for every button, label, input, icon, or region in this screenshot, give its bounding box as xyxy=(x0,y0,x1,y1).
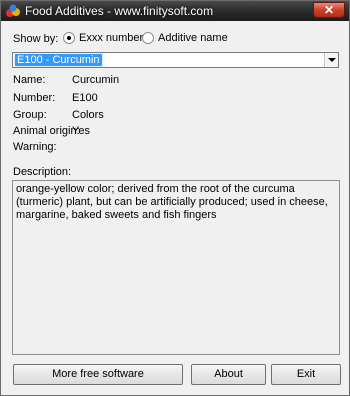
description-label: Description: xyxy=(13,166,72,178)
radio-checked-icon[interactable] xyxy=(63,32,75,44)
animal-origin-value: Yes xyxy=(72,125,90,137)
window-title: Food Additives - www.finitysoft.com xyxy=(25,4,214,18)
radio-additive-name[interactable]: Additive name xyxy=(142,32,228,44)
additive-select[interactable]: E100 - Curcumin xyxy=(12,52,339,68)
more-free-software-button[interactable]: More free software xyxy=(13,364,183,385)
close-button[interactable]: ✕ xyxy=(313,2,345,18)
animal-origin-label: Animal origin: xyxy=(13,125,80,137)
group-label: Group: xyxy=(13,109,47,121)
name-value: Curcumin xyxy=(72,74,120,86)
show-by-label: Show by: xyxy=(13,33,59,45)
about-button[interactable]: About xyxy=(191,364,266,385)
group-value: Colors xyxy=(72,109,104,121)
additive-select-value[interactable]: E100 - Curcumin xyxy=(14,53,103,67)
number-value: E100 xyxy=(72,92,98,104)
warning-label: Warning: xyxy=(13,141,57,153)
app-window: Food Additives - www.finitysoft.com ✕ Sh… xyxy=(0,0,350,396)
app-icon xyxy=(6,4,20,17)
number-label: Number: xyxy=(13,92,56,104)
description-text[interactable]: orange-yellow color; derived from the ro… xyxy=(12,180,340,355)
radio-additive-name-label[interactable]: Additive name xyxy=(158,32,228,44)
name-label: Name: xyxy=(13,74,46,86)
radio-unchecked-icon[interactable] xyxy=(142,32,154,44)
title-bar[interactable]: Food Additives - www.finitysoft.com ✕ xyxy=(1,1,349,21)
chevron-down-icon[interactable] xyxy=(324,53,338,67)
radio-exxx-number-label[interactable]: Exxx number xyxy=(79,32,143,44)
radio-exxx-number[interactable]: Exxx number xyxy=(63,32,143,44)
exit-button[interactable]: Exit xyxy=(271,364,341,385)
